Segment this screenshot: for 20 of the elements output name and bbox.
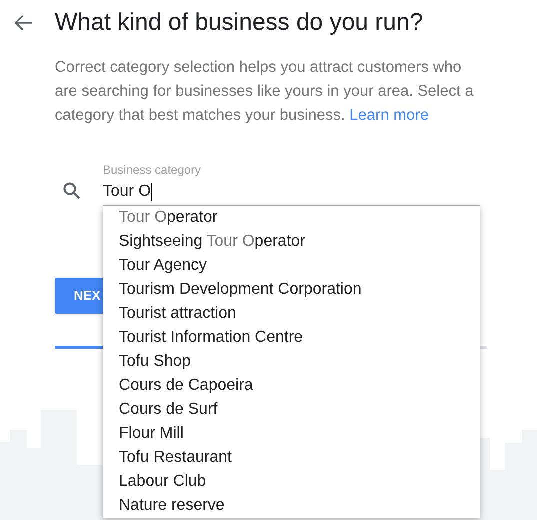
suggestion-item[interactable]: Cours de Surf <box>103 398 480 422</box>
suggestion-item[interactable]: Flour Mill <box>103 422 480 446</box>
description-text: Correct category selection helps you attract customers who are searching for businesses like yours in your area. Select a category that best matches your business. Learn more <box>55 58 475 126</box>
field-value: Tour O <box>103 182 154 203</box>
suggestion-item[interactable]: Tofu Restaurant <box>103 446 480 470</box>
suggestion-item[interactable]: Tour Agency <box>103 254 480 278</box>
suggestion-item[interactable]: Tourist Information Centre <box>103 326 480 350</box>
page-title: What kind of business do you run? <box>55 8 424 38</box>
back-arrow-icon <box>14 15 32 31</box>
suggestion-item[interactable]: Labour Club <box>103 470 480 494</box>
suggestion-item[interactable]: Tofu Shop <box>103 350 480 374</box>
learn-more-link[interactable]: Learn more <box>350 107 429 124</box>
suggestion-item[interactable]: Tourist attraction <box>103 302 480 326</box>
suggestion-item[interactable]: Tourism Development Corporation <box>103 278 480 302</box>
suggestion-item[interactable]: Nature reserve <box>103 494 480 518</box>
suggestion-item[interactable]: Cours de Capoeira <box>103 374 480 398</box>
field-label: Business category <box>103 162 202 178</box>
suggestion-item[interactable]: Sightseeing Tour Operator <box>103 230 480 254</box>
search-icon <box>62 182 80 200</box>
suggestion-item[interactable]: Tour Operator <box>103 206 480 230</box>
